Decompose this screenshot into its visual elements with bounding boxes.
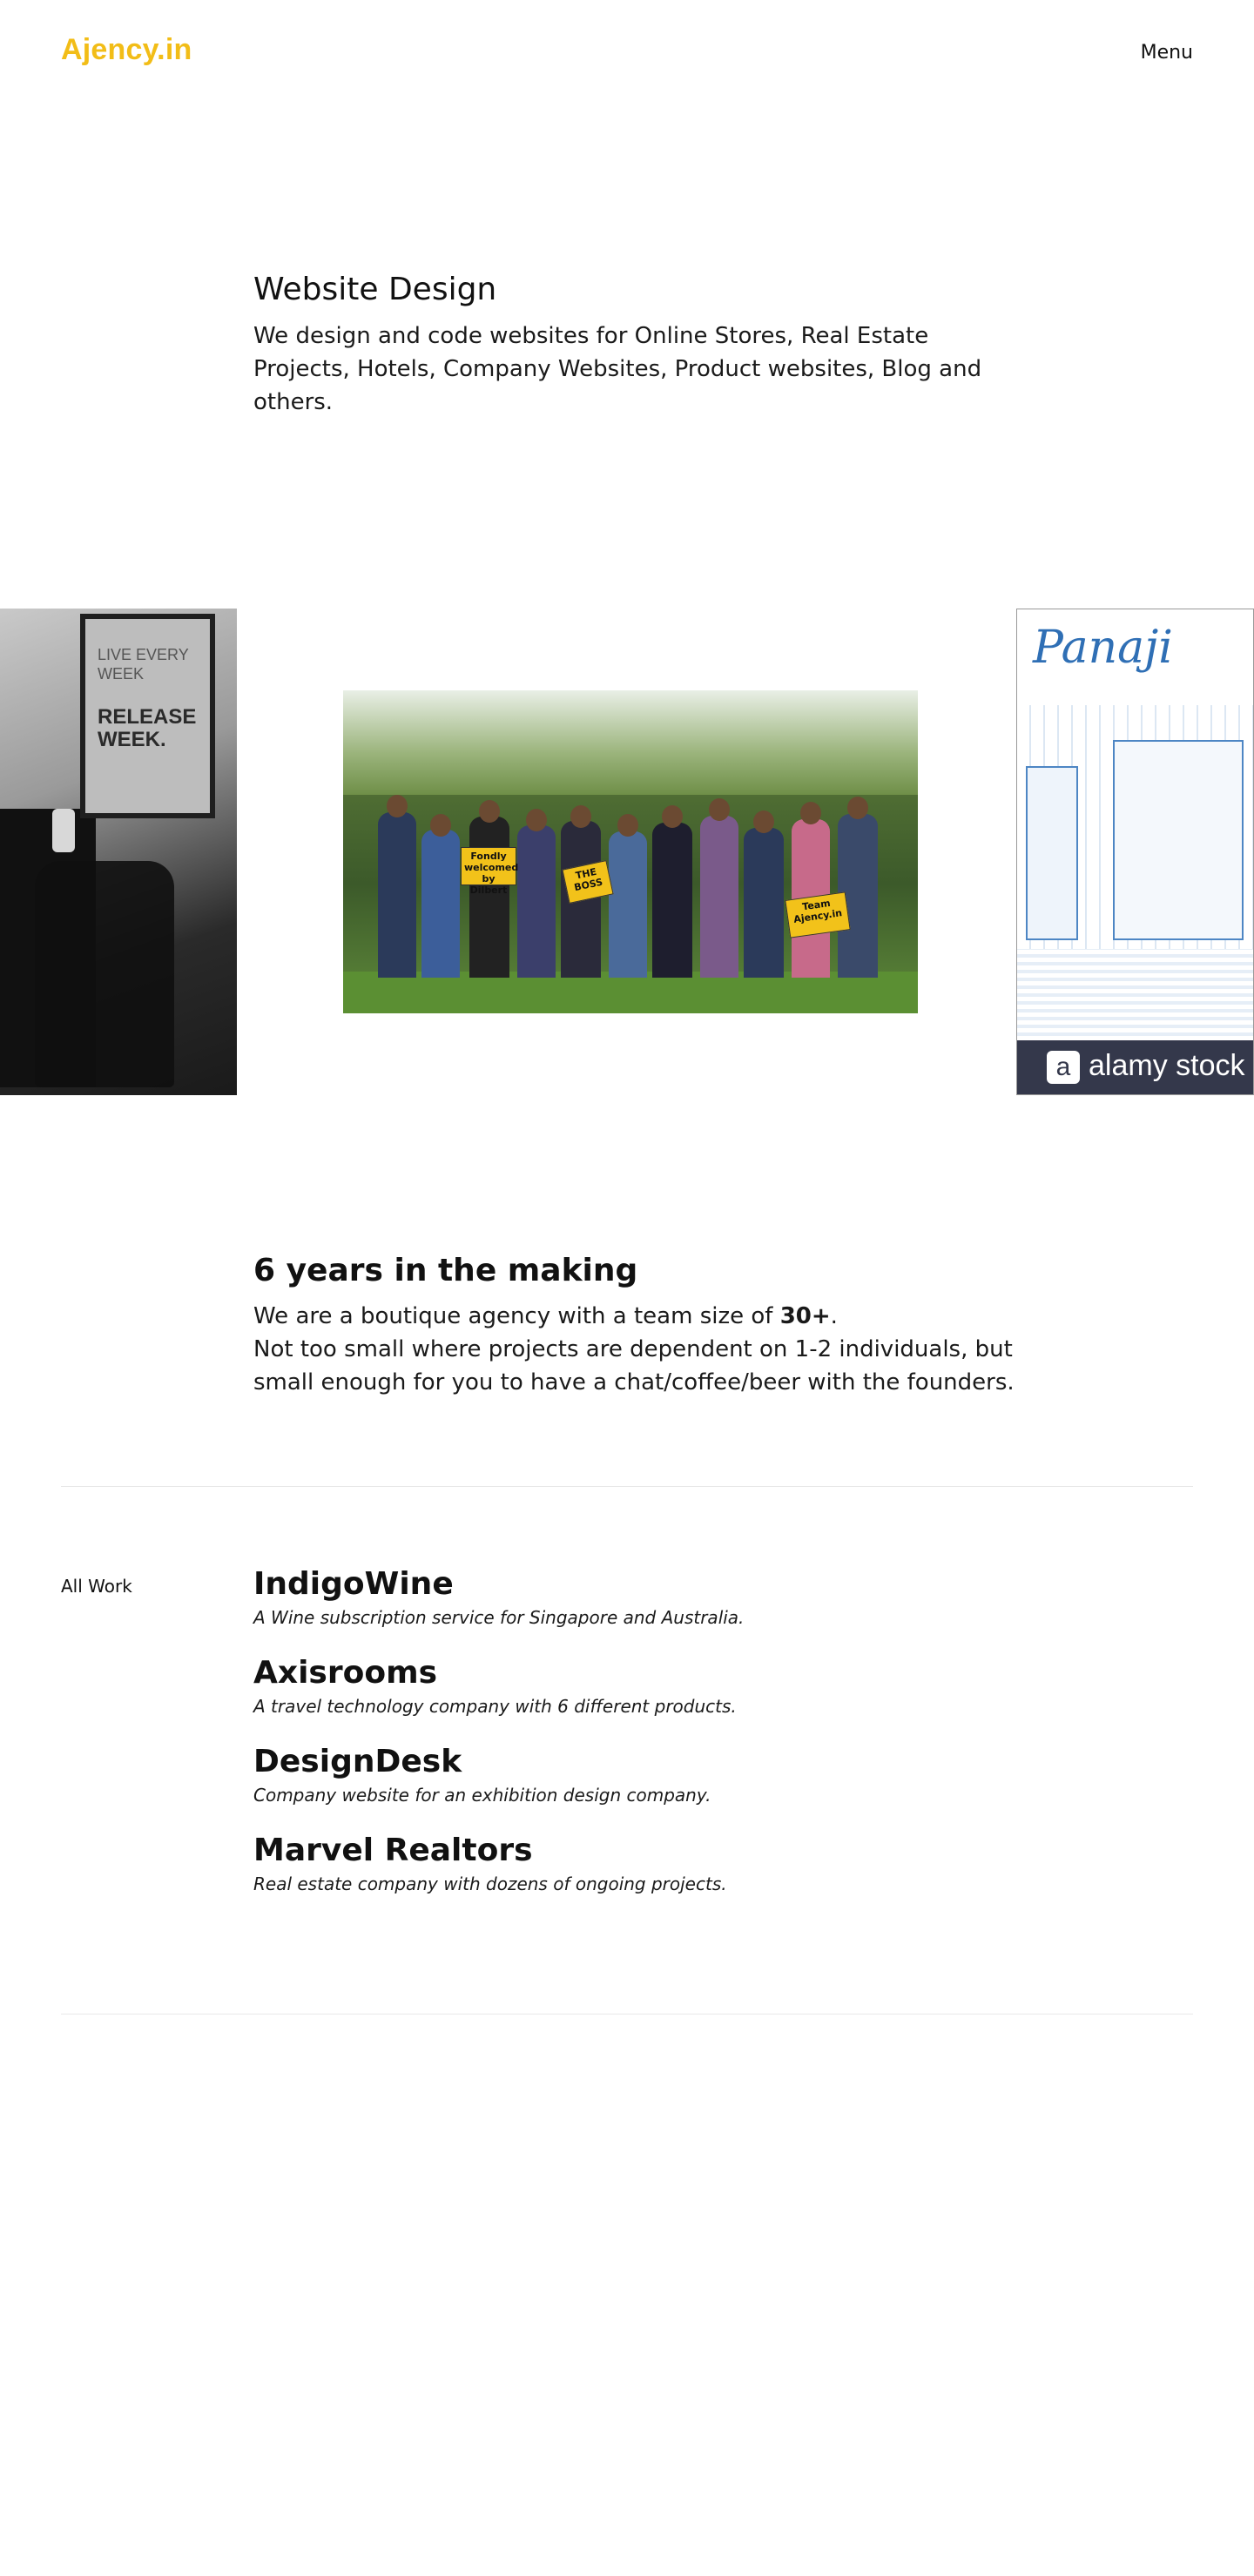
team-member-head bbox=[387, 795, 408, 817]
team-member bbox=[421, 830, 460, 978]
intro-heading: Website Design bbox=[253, 272, 497, 307]
water-reflection bbox=[1017, 949, 1253, 1036]
work-item-title[interactable]: Axisrooms bbox=[253, 1653, 1037, 1693]
intro-section: Website Design We design and code websit… bbox=[253, 266, 1020, 419]
grass-ground bbox=[343, 972, 918, 1013]
trees-background bbox=[343, 690, 918, 795]
team-member-head bbox=[709, 798, 730, 821]
team-member-head bbox=[526, 809, 547, 831]
carousel-slide-panaji-illustration[interactable]: Panaji a alamy stock bbox=[1016, 609, 1254, 1095]
carousel-slide-office-photo[interactable]: LIVE EVERY WEEK RELEASE WEEK. bbox=[0, 609, 237, 1095]
about-line2: Not too small where projects are depende… bbox=[253, 1336, 1015, 1396]
team-member bbox=[609, 831, 647, 978]
office-chair-shape bbox=[35, 861, 174, 1087]
team-member-head bbox=[617, 814, 638, 837]
work-item-indigowine[interactable]: IndigoWine A Wine subscription service f… bbox=[253, 1564, 1037, 1631]
work-item-title[interactable]: IndigoWine bbox=[253, 1564, 1037, 1604]
team-sign: Fondly welcomed by Dilbert bbox=[461, 847, 518, 896]
alamy-logo-icon: a bbox=[1047, 1051, 1080, 1084]
poster-line-2: RELEASE WEEK. bbox=[98, 705, 197, 751]
carousel-slide-team-photo[interactable]: Fondly welcomed by Dilbert THE BOSS Team… bbox=[343, 690, 918, 1013]
all-work-label: All Work bbox=[61, 1576, 132, 1597]
about-line1-suffix: . bbox=[830, 1303, 838, 1329]
team-member bbox=[652, 823, 692, 978]
about-section: 6 years in the making We are a boutique … bbox=[253, 1248, 1020, 1399]
menu-button[interactable]: Menu bbox=[1141, 42, 1193, 64]
team-member-head bbox=[570, 805, 591, 828]
team-size-value: 30+ bbox=[779, 1303, 831, 1329]
watermark-bar: a alamy stock bbox=[1017, 1040, 1253, 1094]
team-member bbox=[744, 828, 784, 978]
team-member-head bbox=[753, 810, 774, 833]
section-divider bbox=[61, 1486, 1193, 1487]
team-member bbox=[469, 817, 509, 978]
city-illustration bbox=[1017, 705, 1253, 1036]
work-item-marvel-realtors[interactable]: Marvel Realtors Real estate company with… bbox=[253, 1831, 1037, 1897]
poster-line-1: LIVE EVERY WEEK bbox=[98, 646, 189, 683]
intro-description: We design and code websites for Online S… bbox=[253, 323, 982, 415]
about-paragraph: We are a boutique agency with a team siz… bbox=[253, 1300, 1020, 1399]
panaji-title: Panaji bbox=[1033, 622, 1173, 674]
team-member bbox=[378, 812, 416, 978]
team-member bbox=[517, 825, 556, 978]
building-shape bbox=[1113, 740, 1244, 940]
team-group bbox=[361, 795, 900, 978]
team-member-head bbox=[430, 814, 451, 837]
watermark-text: alamy stock bbox=[1089, 1049, 1245, 1082]
image-carousel[interactable]: LIVE EVERY WEEK RELEASE WEEK. Fondly wel… bbox=[0, 609, 1254, 1095]
work-list: IndigoWine A Wine subscription service f… bbox=[253, 1564, 1037, 1920]
site-logo[interactable]: Ajency.in bbox=[61, 33, 192, 67]
team-member bbox=[700, 816, 738, 978]
building-shape bbox=[1026, 766, 1078, 940]
work-item-description: A travel technology company with 6 diffe… bbox=[253, 1696, 737, 1717]
about-heading: 6 years in the making bbox=[253, 1253, 638, 1288]
cup-shape bbox=[52, 809, 75, 852]
team-member-head bbox=[662, 805, 683, 828]
team-member-head bbox=[800, 802, 821, 824]
work-item-axisrooms[interactable]: Axisrooms A travel technology company wi… bbox=[253, 1653, 1037, 1719]
work-item-title[interactable]: DesignDesk bbox=[253, 1742, 1037, 1782]
team-member-head bbox=[847, 797, 868, 819]
work-item-designdesk[interactable]: DesignDesk Company website for an exhibi… bbox=[253, 1742, 1037, 1808]
work-item-description: Real estate company with dozens of ongoi… bbox=[253, 1873, 727, 1894]
work-item-description: A Wine subscription service for Singapor… bbox=[253, 1607, 745, 1628]
about-line1-prefix: We are a boutique agency with a team siz… bbox=[253, 1303, 780, 1329]
team-member-head bbox=[479, 800, 500, 823]
work-item-description: Company website for an exhibition design… bbox=[253, 1785, 711, 1806]
release-week-poster: LIVE EVERY WEEK RELEASE WEEK. bbox=[80, 614, 215, 818]
site-header: Ajency.in Menu bbox=[0, 0, 1254, 113]
work-item-title[interactable]: Marvel Realtors bbox=[253, 1831, 1037, 1871]
